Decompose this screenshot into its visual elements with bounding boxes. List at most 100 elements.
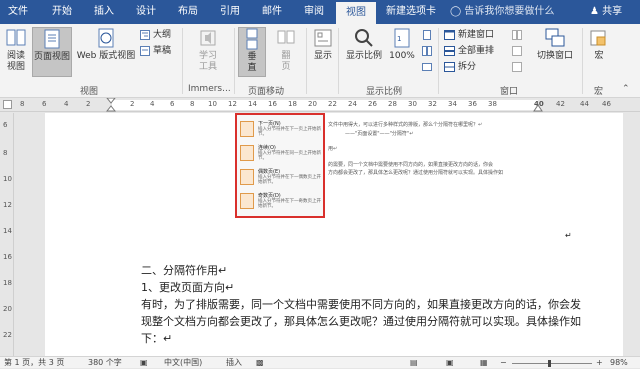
tab-insert[interactable]: 插入 bbox=[86, 0, 122, 24]
group-label-zoom: 显示比例 bbox=[366, 87, 403, 97]
ruler-number: 26 bbox=[368, 100, 377, 108]
zoom-button[interactable]: 显示比例 bbox=[342, 27, 386, 62]
zoom-100-button[interactable]: 1 100% bbox=[388, 27, 416, 62]
zoom-level[interactable]: 98% bbox=[610, 357, 628, 369]
lightbulb-icon: ◯ bbox=[450, 6, 462, 17]
outline-button[interactable]: 大纲 bbox=[140, 29, 171, 42]
status-bar: 第 1 页，共 3 页 380 个字 ▣ 中文(中国) 插入 ▩ ▤ ▣ ▦ −… bbox=[0, 356, 640, 368]
tell-me-box[interactable]: ◯ 告诉我你想要做什么 bbox=[450, 0, 554, 24]
arrange-all-button[interactable]: 全部重排 bbox=[444, 45, 494, 58]
macro-icon bbox=[590, 30, 606, 46]
vertical-button[interactable]: 垂直 bbox=[238, 27, 266, 77]
show-label: 显示 bbox=[313, 51, 332, 61]
ruler-number: 6 bbox=[170, 100, 175, 108]
multiple-pages-button[interactable] bbox=[422, 45, 435, 58]
zoom-100-label: 100% bbox=[389, 51, 415, 61]
split-label: 拆分 bbox=[458, 62, 477, 72]
vertical-pages-icon bbox=[246, 28, 258, 50]
reset-window-button[interactable] bbox=[512, 61, 525, 74]
print-layout-button[interactable]: 页面视图 bbox=[32, 27, 72, 77]
learning-tools-label: 学习工具 bbox=[198, 51, 217, 72]
language[interactable]: 中文(中国) bbox=[164, 357, 202, 369]
page-break-icon bbox=[240, 121, 254, 137]
tab-new[interactable]: 新建选项卡 bbox=[380, 0, 442, 24]
web-layout-view-icon[interactable]: ▦ bbox=[480, 357, 488, 369]
read-mode-button[interactable]: 阅读视图 bbox=[2, 27, 30, 73]
tab-design[interactable]: 设计 bbox=[128, 0, 164, 24]
read-mode-view-icon[interactable]: ▤ bbox=[410, 357, 418, 369]
split-button[interactable]: 拆分 bbox=[444, 61, 476, 74]
inset-item-desc: 插入分节符并在下一奇数页上开始新节。 bbox=[258, 199, 321, 209]
tab-layout[interactable]: 布局 bbox=[170, 0, 206, 24]
print-layout-view-icon[interactable]: ▣ bbox=[446, 357, 454, 369]
vertical-ruler[interactable]: 6 8 10 12 14 16 18 20 22 bbox=[0, 113, 14, 356]
ruler-number: 2 bbox=[130, 100, 135, 108]
ruler-number: 10 bbox=[3, 175, 12, 183]
tab-view[interactable]: 视图 bbox=[336, 2, 376, 24]
word-count[interactable]: 380 个字 bbox=[88, 357, 122, 369]
indent-marker-icon[interactable] bbox=[106, 98, 116, 112]
draft-icon bbox=[140, 45, 150, 56]
ruler-number: 14 bbox=[3, 227, 12, 235]
ruler-number: 8 bbox=[190, 100, 195, 108]
show-button[interactable]: 显示 bbox=[310, 27, 336, 62]
switch-windows-icon bbox=[545, 28, 565, 47]
ruler-number: 34 bbox=[448, 100, 457, 108]
faint-text-line: 的需要，同一个文档中需要使用不同方向的，如果直接更改方向的话，你会 bbox=[328, 162, 494, 168]
sync-scroll-button[interactable] bbox=[512, 45, 525, 58]
magnifier-icon bbox=[355, 29, 373, 47]
switch-windows-button[interactable]: 切换窗口 bbox=[532, 27, 578, 62]
zoom-in-icon[interactable]: + bbox=[596, 357, 603, 369]
macros-button[interactable]: 宏 bbox=[586, 27, 612, 62]
inset-item: 下一页(N) 插入分节符并在下一页上开始新节。 bbox=[240, 119, 322, 139]
page-width-button[interactable] bbox=[422, 61, 435, 74]
section-heading: 二、分隔符作用↵ bbox=[141, 264, 228, 277]
new-window-button[interactable]: 新建窗口 bbox=[444, 29, 494, 42]
ruler-number: 12 bbox=[228, 100, 237, 108]
collapse-ribbon-icon[interactable]: ⌃ bbox=[622, 84, 630, 94]
zoom-label: 显示比例 bbox=[345, 51, 382, 61]
show-icon bbox=[314, 29, 332, 47]
zoom-slider[interactable] bbox=[512, 363, 592, 364]
right-indent-marker-icon[interactable] bbox=[533, 104, 543, 112]
side-pages-icon bbox=[277, 30, 295, 44]
web-layout-button[interactable]: Web 版式视图 bbox=[76, 27, 136, 62]
learning-tools-button[interactable]: 学习工具 bbox=[190, 27, 226, 73]
ruler-number: 16 bbox=[3, 253, 12, 261]
side-to-side-button[interactable]: 翻页 bbox=[272, 27, 300, 73]
horizontal-ruler[interactable]: 8 6 4 2 2 4 6 8 10 12 14 16 18 20 22 24 … bbox=[0, 98, 640, 112]
one-page-button[interactable] bbox=[422, 29, 435, 42]
view-side-by-side-button[interactable] bbox=[512, 29, 525, 42]
draft-button[interactable]: 草稿 bbox=[140, 45, 171, 58]
tab-file[interactable]: 文件 bbox=[0, 0, 36, 24]
print-layout-label: 页面视图 bbox=[33, 52, 70, 62]
document-area: 文件中用得大，可以进行多种样式的排版，那么个分隔符在哪里呢？↵ ——"页面设置"… bbox=[15, 113, 640, 356]
ruler-number: 16 bbox=[268, 100, 277, 108]
inset-item-desc: 插入分节符并在同一页上开始新节。 bbox=[258, 151, 321, 161]
inset-item-desc: 插入分节符并在下一页上开始新节。 bbox=[258, 127, 321, 137]
ruler-number: 24 bbox=[348, 100, 357, 108]
macro-record-icon[interactable]: ▩ bbox=[256, 357, 264, 369]
ruler-number: 4 bbox=[64, 100, 69, 108]
outline-label: 大纲 bbox=[153, 30, 172, 40]
tab-references[interactable]: 引用 bbox=[212, 0, 248, 24]
side-to-side-label: 翻页 bbox=[281, 51, 291, 72]
share-button[interactable]: ♟ 共享 bbox=[590, 0, 622, 24]
zoom-slider-thumb[interactable] bbox=[548, 360, 551, 367]
ruler-number: 38 bbox=[488, 100, 497, 108]
proofing-icon[interactable]: ▣ bbox=[140, 357, 148, 369]
ruler-number: 8 bbox=[20, 100, 25, 108]
tab-review[interactable]: 审阅 bbox=[296, 0, 332, 24]
inset-item-title: 奇数页(D) bbox=[258, 193, 281, 199]
svg-text:1: 1 bbox=[397, 35, 401, 43]
tab-home[interactable]: 开始 bbox=[44, 0, 80, 24]
tab-selector-icon[interactable] bbox=[3, 100, 12, 109]
insert-mode[interactable]: 插入 bbox=[226, 357, 242, 369]
page-count[interactable]: 第 1 页，共 3 页 bbox=[4, 357, 64, 369]
zoom-out-icon[interactable]: − bbox=[500, 357, 507, 369]
read-mode-label: 阅读视图 bbox=[6, 51, 25, 72]
tab-mailings[interactable]: 邮件 bbox=[254, 0, 290, 24]
document-page[interactable]: 文件中用得大，可以进行多种样式的排版，那么个分隔符在哪里呢？↵ ——"页面设置"… bbox=[45, 113, 623, 356]
draft-label: 草稿 bbox=[153, 46, 172, 56]
inset-item: 奇数页(D) 插入分节符并在下一奇数页上开始新节。 bbox=[240, 191, 322, 211]
